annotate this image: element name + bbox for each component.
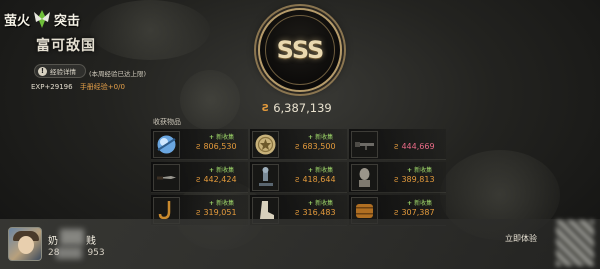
microscope-icon xyxy=(252,164,279,191)
gold-medal-icon xyxy=(252,131,279,158)
exp-gain: EXP+29196 xyxy=(31,83,73,91)
loot-item[interactable]: Ƨ 444,669 xyxy=(349,129,446,160)
currency-icon: Ƨ xyxy=(196,143,201,151)
blue-orb-icon xyxy=(153,131,180,158)
game-logo: 萤火 突击 xyxy=(4,6,90,32)
currency-icon: Ƨ xyxy=(394,209,399,217)
currency-icon: Ƨ xyxy=(295,143,300,151)
loot-item[interactable]: 新收集Ƨ442,424 xyxy=(151,162,248,193)
loot-item-amount: 418,644 xyxy=(302,175,336,184)
loot-item-amount: 389,813 xyxy=(401,175,435,184)
info-icon: ! xyxy=(38,66,47,76)
redacted-thumbnail xyxy=(556,220,594,266)
loot-item-value: Ƨ 319,051 xyxy=(196,208,237,217)
currency-icon: Ƨ xyxy=(262,102,270,114)
loot-item-amount: 319,051 xyxy=(203,208,237,217)
loot-item-value: Ƨ 683,500 xyxy=(295,142,336,151)
total-value-amount: 6,387,139 xyxy=(273,101,332,115)
new-collected-tag: 新收集 xyxy=(308,165,333,174)
loot-item[interactable]: 新收集Ƨ806,530 xyxy=(151,129,248,160)
loot-item-value: Ƨ 307,387 xyxy=(394,208,435,217)
knife-icon xyxy=(153,164,180,191)
loot-item-value: Ƨ 316,483 xyxy=(295,208,336,217)
new-collected-tag: 新收集 xyxy=(209,165,234,174)
rifle-icon xyxy=(351,131,378,158)
loot-item-value: Ƨ 442,424 xyxy=(196,175,237,184)
loot-item-amount: 683,500 xyxy=(302,142,336,151)
loot-item-amount: 442,424 xyxy=(203,175,237,184)
new-collected-tag: 新收集 xyxy=(407,198,432,207)
xp-details-label: 经验详情 xyxy=(50,68,76,76)
currency-icon: Ƨ xyxy=(394,176,399,184)
loot-item[interactable]: 新收集Ƨ389,813 xyxy=(349,162,446,193)
new-collected-tag: 新收集 xyxy=(209,132,234,141)
player-name-start: 奶 xyxy=(48,236,58,247)
loot-item-amount: 444,669 xyxy=(401,142,435,151)
total-value: Ƨ 6,387,139 xyxy=(262,101,332,115)
logo-text-right: 突击 xyxy=(54,13,81,29)
loot-item[interactable]: 新收集Ƨ418,644 xyxy=(250,162,347,193)
handbook-exp: 手册经验+0/0 xyxy=(79,83,125,91)
new-collected-tag: 新收集 xyxy=(308,132,333,141)
new-collected-tag: 新收集 xyxy=(209,198,234,207)
loot-item-value: Ƨ 806,530 xyxy=(196,142,237,151)
loot-item-amount: 806,530 xyxy=(203,142,237,151)
loot-label: 收获物品 xyxy=(153,118,181,126)
avatar-face xyxy=(18,236,34,254)
loot-item-value: Ƨ 444,669 xyxy=(394,142,435,151)
currency-icon: Ƨ xyxy=(394,143,399,151)
experience-now-button[interactable]: 立即体验 xyxy=(505,233,537,244)
xp-details-button[interactable]: ! 经验详情 xyxy=(34,64,86,78)
new-collected-tag: 新收集 xyxy=(407,165,432,174)
rank-badge: SSS xyxy=(258,8,342,92)
rank-badge-inner: SSS xyxy=(265,15,335,85)
logo-text-left: 萤火 xyxy=(4,13,31,29)
loot-item-value: Ƨ 418,644 xyxy=(295,175,336,184)
player-avatar[interactable] xyxy=(8,227,42,261)
rank-text: SSS xyxy=(276,36,325,64)
loot-item-amount: 307,387 xyxy=(401,208,435,217)
new-collected-tag: 新收集 xyxy=(308,198,333,207)
loot-item[interactable]: 新收集Ƨ683,500 xyxy=(250,129,347,160)
firefly-logo-icon xyxy=(32,8,52,30)
player-name-end: 贱 xyxy=(86,236,96,247)
currency-icon: Ƨ xyxy=(196,176,201,184)
loot-grid: 新收集Ƨ806,530新收集Ƨ683,500Ƨ444,669新收集Ƨ442,42… xyxy=(151,129,448,228)
player-id-end: 953 xyxy=(87,248,105,258)
currency-icon: Ƨ xyxy=(295,209,300,217)
redacted-id xyxy=(56,247,82,259)
xp-weekly-note: (本周经验已达上限) xyxy=(89,70,147,78)
result-title: 富可敌国 xyxy=(36,38,96,54)
currency-icon: Ƨ xyxy=(295,176,300,184)
loot-item-amount: 316,483 xyxy=(302,208,336,217)
bust-statue-icon xyxy=(351,164,378,191)
loot-item-value: Ƨ 389,813 xyxy=(394,175,435,184)
xp-line: EXP+29196 手册经验+0/0 xyxy=(31,82,125,92)
redacted-name xyxy=(60,229,84,245)
currency-icon: Ƨ xyxy=(196,209,201,217)
